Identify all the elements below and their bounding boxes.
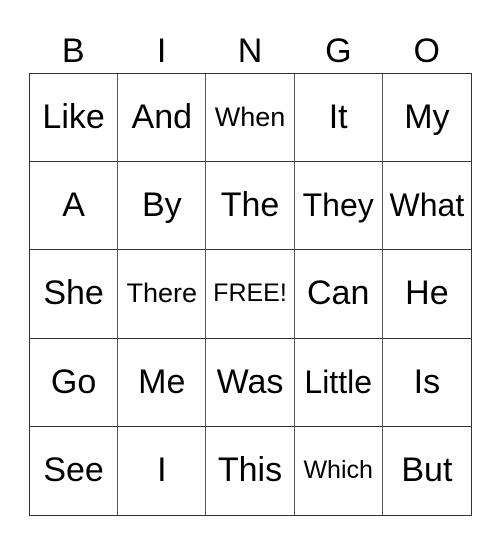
header-letter-o: O [413,32,440,70]
bingo-cell[interactable]: And [118,74,207,163]
bingo-cell[interactable]: Go [30,338,119,427]
free-space-cell[interactable]: FREE! [206,250,295,339]
bingo-cell[interactable]: I [118,426,207,515]
bingo-cell[interactable]: What [382,162,471,251]
bingo-grid: Like And When It My A By The They What S… [29,73,472,516]
bingo-cell[interactable]: Which [295,426,383,515]
header-letter-i: I [156,32,167,70]
bingo-cell[interactable]: There [118,250,207,339]
bingo-cell[interactable]: Little [294,338,383,427]
bingo-cell[interactable]: By [118,162,207,251]
header-letter-n: N [237,32,263,70]
bingo-cell[interactable]: Was [206,338,295,427]
bingo-cell[interactable]: He [382,250,471,339]
bingo-cell[interactable]: A [30,162,119,251]
bingo-cell[interactable]: Can [294,250,383,339]
header-letter-g: G [325,32,352,70]
bingo-cell[interactable]: See [30,426,119,515]
bingo-cell[interactable]: Is [382,339,471,427]
bingo-cell[interactable]: Like [30,74,119,163]
header-letter-b: B [61,32,85,70]
bingo-cell[interactable]: When [206,74,295,163]
bingo-cell[interactable]: But [383,427,471,515]
bingo-cell[interactable]: It [294,74,383,163]
bingo-cell[interactable]: They [294,162,383,251]
bingo-header: B I N G O [29,30,471,73]
bingo-cell[interactable]: My [382,74,471,163]
bingo-cell[interactable]: She [30,250,119,339]
bingo-cell[interactable]: Me [118,338,207,427]
bingo-cell[interactable]: This [206,426,295,515]
bingo-cell[interactable]: The [206,162,295,251]
